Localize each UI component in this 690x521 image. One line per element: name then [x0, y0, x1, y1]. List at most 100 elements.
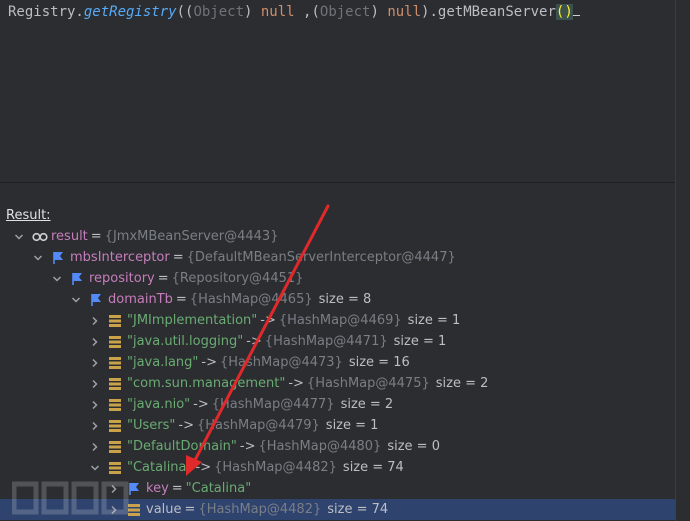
tree-row[interactable]: "Catalina" -> {HashMap@4482} size = 74	[0, 457, 676, 478]
tree-node-value: {HashMap@4469}	[278, 313, 402, 328]
chevron-right-icon[interactable]	[90, 379, 104, 389]
chevron-down-icon[interactable]	[33, 253, 47, 263]
tree-node-name: "JMImplementation"	[127, 313, 258, 328]
code-line[interactable]: Registry.getRegistry((Object) null ,(Obj…	[8, 4, 580, 20]
chevron-down-icon[interactable]	[52, 274, 66, 284]
map-entry-icon	[108, 461, 122, 475]
tree-node-size: size = 74	[327, 502, 389, 517]
tree-row[interactable]: "Users" -> {HashMap@4479} size = 1	[0, 415, 676, 436]
tree-node-operator: =	[157, 271, 169, 286]
code-token-type: Object	[319, 4, 371, 20]
tree-row[interactable]: mbsInterceptor = {DefaultMBeanServerInterc…	[0, 247, 676, 268]
tree-node-operator: ->	[246, 334, 262, 349]
text-caret	[572, 15, 580, 16]
tree-node-value: "Catalina"	[185, 481, 252, 496]
code-token-paren-highlight: ()	[555, 4, 573, 20]
chevron-down-icon[interactable]	[71, 295, 85, 305]
tree-row[interactable]: "java.lang" -> {HashMap@4473} size = 16	[0, 352, 676, 373]
code-token-paren: ,(	[294, 4, 320, 20]
result-label: Result:	[6, 208, 51, 223]
chevron-right-icon[interactable]	[90, 442, 104, 452]
tree-node-size: size = 1	[325, 418, 379, 433]
tree-row[interactable]: result = {JmxMBeanServer@4443}	[0, 226, 676, 247]
tree-node-size: size = 8	[318, 292, 372, 307]
watch-icon	[32, 230, 48, 244]
tree-node-value: {HashMap@4482}	[198, 502, 322, 517]
tree-node-size: size = 0	[387, 439, 440, 454]
chevron-right-icon[interactable]	[90, 358, 104, 368]
map-entry-icon	[108, 314, 122, 328]
tree-node-name: value	[146, 502, 182, 517]
vertical-scrollbar[interactable]	[675, 0, 690, 521]
tree-node-name: mbsInterceptor	[70, 250, 170, 265]
tree-row[interactable]: "java.util.logging" -> {HashMap@4471} size …	[0, 331, 676, 352]
code-token-keyword: null	[387, 4, 422, 20]
code-token-class: Registry.	[8, 4, 84, 20]
tree-row[interactable]: repository = {Repository@4451}	[0, 268, 676, 289]
tree-node-value: {HashMap@4473}	[220, 355, 343, 370]
tree-node-value: {HashMap@4477}	[211, 397, 335, 412]
tree-node-name: "Catalina"	[127, 460, 193, 475]
tree-node-operator: ->	[260, 313, 276, 328]
tree-node-name: "Users"	[127, 418, 176, 433]
tree-node-name: result	[51, 229, 88, 244]
tree-node-value: {HashMap@4480}	[258, 439, 382, 454]
tree-node-operator: =	[90, 229, 102, 244]
watermark-logo	[12, 481, 129, 515]
tree-node-value: {HashMap@4465}	[189, 292, 313, 307]
tree-node-value: {HashMap@4482}	[214, 460, 337, 475]
tree-row[interactable]: "java.nio" -> {HashMap@4477} size = 2	[0, 394, 676, 415]
code-token-call: ).getMBeanServer	[421, 4, 556, 20]
chevron-down-icon[interactable]	[90, 463, 104, 473]
tree-row[interactable]: "JMImplementation" -> {HashMap@4469} size =…	[0, 310, 676, 331]
field-flag-icon	[89, 293, 103, 307]
tree-node-operator: ->	[288, 376, 304, 391]
tree-node-name: "java.nio"	[127, 397, 191, 412]
map-entry-icon	[108, 377, 122, 391]
tree-node-value: {DefaultMBeanServerInterceptor@4447}	[186, 250, 456, 265]
tree-node-operator: =	[175, 292, 187, 307]
tree-node-name: repository	[89, 271, 155, 286]
tree-row[interactable]: "DefaultDomain" -> {HashMap@4480} size = 0	[0, 436, 676, 457]
tree-node-size: size = 1	[407, 313, 461, 328]
tree-node-size: size = 74	[342, 460, 404, 475]
tree-node-operator: ->	[178, 418, 194, 433]
map-entry-icon	[108, 356, 122, 370]
tree-row[interactable]: domainTb = {HashMap@4465} size = 8	[0, 289, 676, 310]
tree-node-operator: =	[171, 481, 183, 496]
tree-row[interactable]: "com.sun.management" -> {HashMap@4475} size…	[0, 373, 676, 394]
tree-node-operator: =	[172, 250, 184, 265]
tree-node-name: "com.sun.management"	[127, 376, 286, 391]
tree-node-operator: =	[184, 502, 196, 517]
code-token-method: getRegistry	[83, 4, 177, 20]
tree-node-name: "java.util.logging"	[127, 334, 244, 349]
map-entry-icon	[108, 440, 122, 454]
tree-node-size: size = 2	[340, 397, 394, 412]
tree-node-size: size = 16	[348, 355, 410, 370]
chevron-down-icon[interactable]	[14, 232, 28, 242]
map-entry-icon	[108, 335, 122, 349]
code-token-type: Object	[193, 4, 245, 20]
tree-node-name: domainTb	[108, 292, 173, 307]
tree-node-name: key	[146, 481, 169, 496]
code-token-paren: )	[370, 4, 388, 20]
tree-node-value: {HashMap@4471}	[264, 334, 388, 349]
code-token-paren: ((	[176, 4, 194, 20]
tree-node-value: {HashMap@4479}	[196, 418, 320, 433]
tree-node-size: size = 1	[393, 334, 447, 349]
tree-node-operator: ->	[195, 460, 212, 475]
tree-node-value: {JmxMBeanServer@4443}	[104, 229, 279, 244]
map-entry-icon	[108, 419, 122, 433]
code-editor[interactable]: Registry.getRegistry((Object) null ,(Obj…	[0, 0, 676, 183]
chevron-right-icon[interactable]	[90, 337, 104, 347]
tree-node-value: {Repository@4451}	[171, 271, 304, 286]
tree-node-name: "java.lang"	[127, 355, 199, 370]
code-token-paren: )	[244, 4, 261, 20]
field-flag-icon	[70, 272, 84, 286]
code-token-keyword: null	[260, 4, 295, 20]
chevron-right-icon[interactable]	[90, 400, 104, 410]
result-tree[interactable]: result = {JmxMBeanServer@4443} mbsIntercept…	[0, 226, 676, 520]
chevron-right-icon[interactable]	[90, 316, 104, 326]
chevron-right-icon[interactable]	[90, 421, 104, 431]
tree-node-operator: ->	[193, 397, 209, 412]
